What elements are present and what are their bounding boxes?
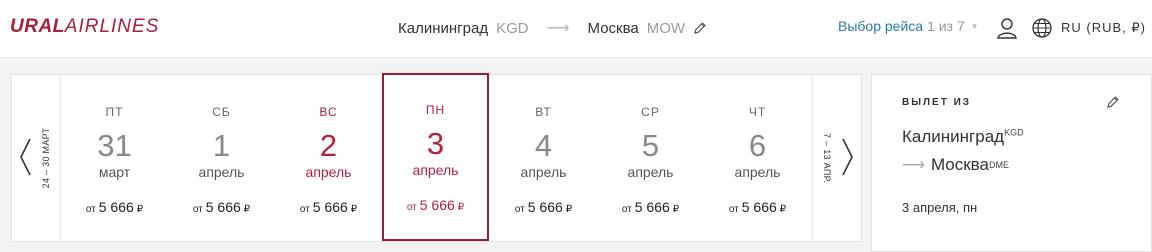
day-cell-thu[interactable]: ЧТ 6 апрель от 5 666 ₽ [704, 75, 811, 241]
day-number: 5 [641, 128, 660, 163]
day-cell-tue[interactable]: ВТ 4 апрель от 5 666 ₽ [490, 75, 597, 241]
day-cell-fri[interactable]: ПТ 31 март от 5 666 ₽ [61, 75, 168, 241]
price-from-label: от [406, 202, 417, 213]
logo-text-ural: URAL [10, 16, 65, 37]
price-from-label: от [299, 204, 310, 215]
day-month: март [98, 164, 131, 180]
summary-destination: ⟶ Москва DME [902, 155, 1009, 175]
price-currency: ₽ [565, 204, 573, 215]
previous-week-button[interactable]: 24 – 30 МАРТ [12, 75, 61, 241]
summary-origin-code: KGD [1004, 127, 1024, 138]
next-week-range: 7 – 13 АПР. [822, 133, 832, 183]
day-of-week: СР [641, 105, 660, 119]
ural-airlines-logo[interactable]: URAL AIRLINES [10, 15, 159, 39]
day-price: от 5 666 ₽ [597, 199, 704, 215]
summary-arrow: ⟶ [902, 157, 925, 174]
day-of-week: ЧТ [748, 105, 767, 119]
day-cell-mon-selected[interactable]: ПН 3 апрель от 5 666 ₽ [382, 73, 489, 241]
day-price: от 5 666 ₽ [384, 197, 487, 213]
globe-icon[interactable] [1031, 17, 1053, 39]
price-currency: ₽ [136, 204, 144, 215]
summary-origin-city: Калининград [902, 127, 1005, 146]
flight-selection-count: 1 из 7 [927, 18, 965, 34]
chevron-left-icon [20, 138, 31, 176]
day-month: апрель [627, 164, 674, 180]
day-month: апрель [520, 164, 567, 180]
flight-selection-label: Выбор рейса [838, 18, 924, 34]
price-currency: ₽ [243, 204, 251, 215]
day-of-week: ПН [425, 103, 446, 117]
price-currency: ₽ [672, 204, 680, 215]
flight-summary-panel: ВЫЛЕТ ИЗ КалининградKGD ⟶ Москва DME 3 апр… [871, 74, 1152, 252]
logo-text-airlines: AIRLINES [64, 16, 160, 37]
price-value: 5 666 [312, 199, 348, 215]
route-arrow: ⟶ [546, 20, 570, 37]
day-month: апрель [305, 164, 352, 180]
day-cell-sat[interactable]: СБ 1 апрель от 5 666 ₽ [168, 75, 275, 241]
route-origin-code: KGD [496, 19, 529, 37]
day-number: 6 [748, 128, 767, 163]
day-of-week: ВТ [535, 105, 552, 119]
top-header: URAL AIRLINES Калининград KGD ⟶ Москва MO… [0, 0, 1152, 58]
day-of-week: СБ [212, 105, 231, 119]
day-price: от 5 666 ₽ [168, 199, 275, 215]
edit-route-pencil-icon[interactable] [693, 21, 707, 35]
day-month: апрель [734, 164, 781, 180]
summary-dest-code: DME [988, 160, 1009, 170]
price-value: 5 666 [419, 197, 455, 213]
user-account-icon[interactable] [996, 17, 1018, 39]
summary-title: ВЫЛЕТ ИЗ [902, 97, 972, 108]
route-dest-city: Москва [587, 19, 639, 37]
language-currency-selector[interactable]: RU (RUB, ₽) [1061, 20, 1146, 36]
price-from-label: от [621, 204, 632, 215]
day-price: от 5 666 ₽ [704, 199, 811, 215]
date-carousel: 24 – 30 МАРТ ПТ 31 март от 5 666 ₽ СБ 1 ап… [11, 73, 862, 242]
day-number: 31 [97, 128, 132, 163]
summary-origin: КалининградKGD [902, 127, 1024, 147]
route-summary[interactable]: Калининград KGD ⟶ Москва MOW [398, 18, 707, 38]
day-of-week: ПТ [105, 105, 124, 119]
day-number: 1 [212, 128, 231, 163]
price-from-label: от [514, 204, 525, 215]
day-price: от 5 666 ₽ [61, 199, 168, 215]
price-value: 5 666 [634, 199, 670, 215]
day-month: апрель [198, 164, 245, 180]
day-of-week: ВС [319, 105, 338, 119]
price-currency: ₽ [779, 204, 787, 215]
route-origin-city: Калининград [398, 19, 489, 37]
price-value: 5 666 [205, 199, 241, 215]
caret-down-icon: ▼ [970, 21, 979, 31]
price-value: 5 666 [527, 199, 563, 215]
day-month: апрель [412, 162, 459, 178]
day-number: 2 [319, 128, 338, 163]
chevron-right-icon [842, 138, 853, 176]
route-dest-code: MOW [646, 19, 686, 37]
summary-dest-city: Москва [930, 155, 989, 174]
price-from-label: от [192, 204, 203, 215]
edit-summary-pencil-icon[interactable] [1106, 95, 1120, 109]
summary-date: 3 апреля, пн [902, 200, 978, 215]
price-currency: ₽ [350, 204, 358, 215]
price-value: 5 666 [741, 199, 777, 215]
price-value: 5 666 [98, 199, 134, 215]
flight-selection-dropdown[interactable]: Выбор рейса 1 из 7 ▼ [838, 18, 979, 34]
day-cell-wed[interactable]: СР 5 апрель от 5 666 ₽ [597, 75, 704, 241]
day-number: 3 [426, 126, 445, 161]
price-from-label: от [85, 204, 96, 215]
day-price: от 5 666 ₽ [490, 199, 597, 215]
previous-week-range: 24 – 30 МАРТ [41, 127, 51, 189]
day-price: от 5 666 ₽ [275, 199, 382, 215]
day-cell-sun[interactable]: ВС 2 апрель от 5 666 ₽ [275, 75, 382, 241]
price-currency: ₽ [457, 202, 465, 213]
price-from-label: от [728, 204, 739, 215]
day-number: 4 [534, 128, 553, 163]
next-week-button[interactable]: 7 – 13 АПР. [812, 75, 861, 241]
